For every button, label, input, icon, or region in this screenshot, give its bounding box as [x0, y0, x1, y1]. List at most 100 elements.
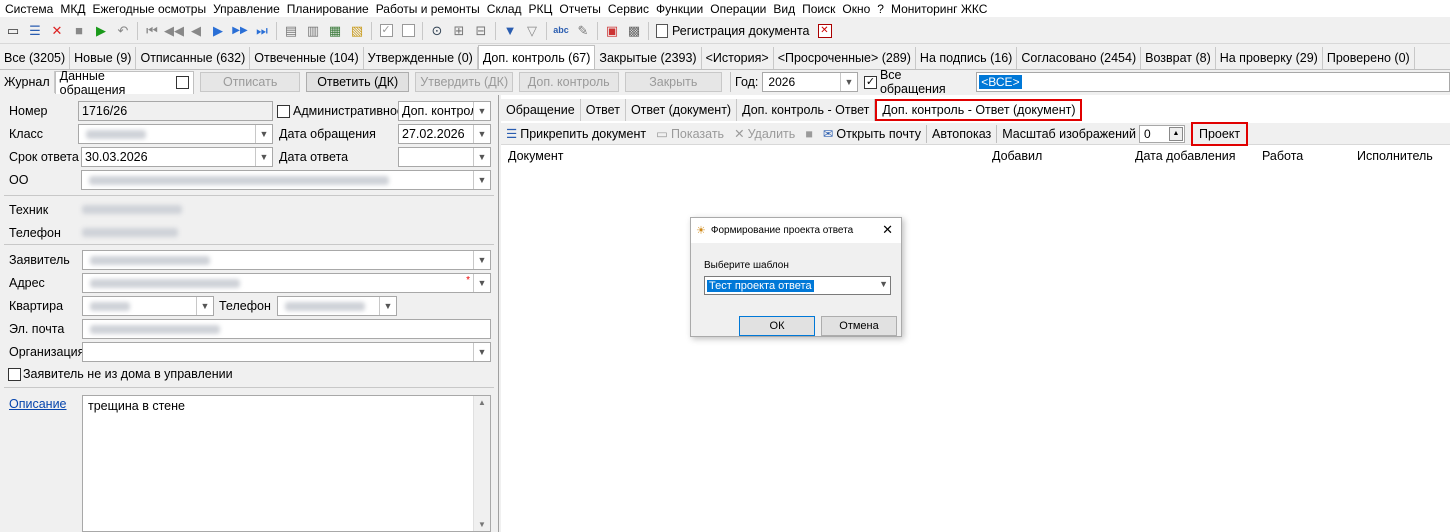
oo-select[interactable]: ▼ [81, 170, 491, 190]
applicant-select[interactable]: ▼ [82, 250, 491, 270]
project-button[interactable]: Проект [1190, 121, 1249, 146]
administrative-checkbox[interactable] [277, 105, 290, 118]
status-tab[interactable]: На проверку (29) [1215, 47, 1323, 69]
chevron-down-icon[interactable]: ▼ [473, 171, 490, 189]
menu-item[interactable]: Мониторинг ЖКС [889, 2, 993, 16]
answer-date-field[interactable]: ▼ [398, 147, 491, 167]
email-field[interactable] [82, 319, 491, 339]
delete-icon[interactable]: ✕ [48, 22, 66, 40]
close-button[interactable]: Закрыть [624, 72, 723, 92]
right-tab[interactable]: Обращение [501, 99, 581, 121]
binoculars-icon[interactable]: ⊙ [428, 22, 446, 40]
menu-item[interactable]: ? [875, 2, 889, 16]
template-select[interactable]: Тест проекта ответа ▼ [704, 276, 891, 295]
dialog-close-icon[interactable]: ✕ [882, 222, 893, 238]
not-from-house-checkbox[interactable] [8, 368, 21, 381]
right-tab[interactable]: Ответ (документ) [625, 99, 738, 121]
status-tab[interactable]: Отвеченные (104) [250, 47, 364, 69]
stepper-arrows-icon[interactable]: ▲ [1168, 126, 1183, 141]
scale-stepper[interactable]: 0 ▲ [1138, 124, 1185, 143]
tab-request-data[interactable]: Данные обращения [54, 69, 195, 97]
last-record-icon[interactable]: ⏭ [253, 22, 271, 40]
address-select[interactable]: * ▼ [82, 273, 491, 293]
right-tab[interactable]: Доп. контроль - Ответ [737, 99, 876, 121]
filter-field[interactable]: <ВСЕ> [976, 72, 1450, 92]
open-mail-button[interactable]: ✉ Открыть почту [818, 126, 926, 142]
menu-item[interactable]: Планирование [285, 2, 374, 16]
status-tab[interactable]: На подпись (16) [915, 47, 1018, 69]
menu-item[interactable]: Функции [654, 2, 708, 16]
menu-item[interactable]: Система [3, 2, 58, 16]
attach-document-button[interactable]: ☰ Прикрепить документ [501, 126, 651, 142]
prev-record-icon[interactable]: ◀ [187, 22, 205, 40]
chevron-down-icon[interactable]: ▼ [255, 148, 272, 166]
chevron-down-icon[interactable]: ▼ [839, 73, 857, 91]
chevron-down-icon[interactable]: ▼ [473, 343, 490, 361]
spell-check-icon[interactable]: abc [552, 22, 570, 40]
description-textarea[interactable]: трещина в стене ▲ ▼ [82, 395, 491, 532]
hierarchy-icon[interactable]: ⊞ [450, 22, 468, 40]
number-field[interactable]: 1716/26 [78, 101, 273, 121]
chevron-down-icon[interactable]: ▼ [473, 274, 490, 292]
column-header-document[interactable]: Документ [508, 149, 563, 163]
export-icon[interactable]: ▧ [348, 22, 366, 40]
status-tab[interactable]: Новые (9) [70, 47, 137, 69]
filter-icon[interactable]: ▼ [501, 22, 519, 40]
right-tab[interactable]: Доп. контроль - Ответ (документ) [875, 99, 1083, 121]
clear-filter-icon[interactable]: ▽ [523, 22, 541, 40]
delete-button[interactable]: ✕ Удалить [729, 126, 800, 142]
menu-item[interactable]: Сервис [606, 2, 654, 16]
menu-item[interactable]: Вид [771, 2, 800, 16]
assign-button[interactable]: Отписать [200, 72, 300, 92]
control-type-select[interactable]: Доп. контроль ▼ [398, 101, 491, 121]
tools-icon[interactable]: ✎ [574, 22, 592, 40]
new-doc-icon[interactable]: ▭ [4, 22, 22, 40]
close-window-icon[interactable]: ✕ [817, 23, 832, 38]
due-date-field[interactable]: 30.03.2026 ▼ [81, 147, 273, 167]
chevron-down-icon[interactable]: ▼ [473, 125, 490, 143]
checkbox-checked-icon[interactable]: ✓ [377, 22, 395, 40]
tree-icon[interactable]: ⊟ [472, 22, 490, 40]
next-record-icon[interactable]: ▶ [209, 22, 227, 40]
description-scrollbar[interactable]: ▲ ▼ [473, 396, 490, 531]
chevron-down-icon[interactable]: ▼ [196, 297, 213, 315]
status-tab[interactable]: Возврат (8) [1141, 47, 1216, 69]
request-date-field[interactable]: 27.02.2026 ▼ [398, 124, 491, 144]
status-tab[interactable]: Проверено (0) [1322, 47, 1415, 69]
chevron-down-icon[interactable]: ▼ [473, 148, 490, 166]
status-tab[interactable]: <История> [701, 47, 774, 69]
menu-item[interactable]: Отчеты [557, 2, 605, 16]
status-tab[interactable]: Отписанные (632) [136, 47, 251, 69]
status-tab[interactable]: Все (3205) [0, 47, 71, 69]
menu-item[interactable]: РКЦ [527, 2, 558, 16]
flat-select[interactable]: ▼ [82, 296, 214, 316]
description-link[interactable]: Описание [9, 397, 67, 411]
autoshow-button[interactable]: Автопоказ [927, 127, 996, 141]
status-tab[interactable]: Доп. контроль (67) [477, 45, 596, 69]
menu-item[interactable]: Управление [211, 2, 285, 16]
next-page-icon[interactable]: ▶▶ [231, 22, 249, 40]
scroll-down-icon[interactable]: ▼ [478, 520, 486, 529]
status-tab[interactable]: Закрытые (2393) [595, 47, 702, 69]
chevron-down-icon[interactable]: ▼ [379, 297, 396, 315]
scroll-up-icon[interactable]: ▲ [478, 398, 486, 407]
column-header-added-by[interactable]: Добавил [992, 149, 1042, 163]
approve-dk-button[interactable]: Утвердить (ДК) [415, 72, 513, 92]
status-tab[interactable]: <Просроченные> (289) [773, 47, 916, 69]
extra-control-button[interactable]: Доп. контроль [518, 72, 619, 92]
menu-item[interactable]: Поиск [800, 2, 840, 16]
edit-list-icon[interactable]: ☰ [26, 22, 44, 40]
organization-select[interactable]: ▼ [82, 342, 491, 362]
checkbox-empty-icon[interactable] [399, 22, 417, 40]
chevron-down-icon[interactable]: ▼ [255, 125, 272, 143]
report-icon[interactable]: ▦ [326, 22, 344, 40]
menu-item[interactable]: Ежегодные осмотры [90, 2, 211, 16]
run-icon[interactable]: ▶ [92, 22, 110, 40]
show-button[interactable]: ▭ Показать [651, 126, 729, 142]
class-select[interactable]: ▼ [78, 124, 273, 144]
chevron-down-icon[interactable]: ▼ [879, 279, 888, 289]
register-document-button[interactable]: Регистрация документа [652, 21, 814, 41]
menu-item[interactable]: Окно [840, 2, 875, 16]
chevron-down-icon[interactable]: ▼ [473, 251, 490, 269]
column-header-date-added[interactable]: Дата добавления [1135, 149, 1235, 163]
